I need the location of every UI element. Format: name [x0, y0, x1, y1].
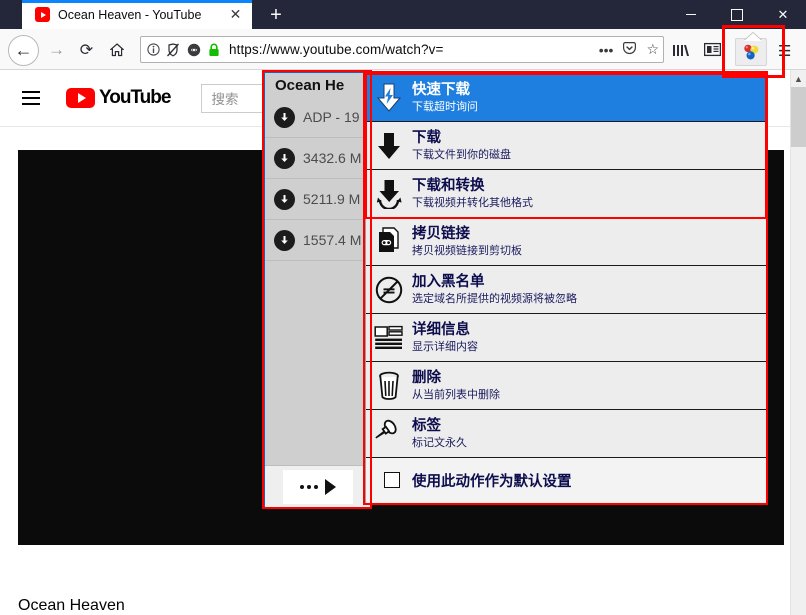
- youtube-play-icon: [66, 88, 95, 108]
- download-circle-icon: [274, 188, 295, 210]
- menu-item-copy-link[interactable]: 拷贝链接 拷贝视频链接到剪切板: [366, 218, 766, 266]
- identity-info-icon[interactable]: [147, 43, 160, 56]
- extension-icon-highlight: [722, 25, 785, 78]
- download-list-panel[interactable]: Ocean He ADP - 19 3432.6 M 5211.9 M 1557…: [264, 72, 372, 509]
- menu-item-subtitle: 显示详细内容: [412, 339, 478, 353]
- new-tab-button[interactable]: +: [265, 5, 287, 26]
- details-icon: [366, 325, 412, 351]
- pocket-icon[interactable]: [622, 41, 637, 59]
- play-icon[interactable]: [325, 479, 336, 495]
- menu-item-title: 拷贝链接: [412, 225, 470, 242]
- page-actions-icon[interactable]: •••: [599, 42, 614, 58]
- list-item[interactable]: ADP - 19: [265, 97, 371, 138]
- menu-item-download[interactable]: 下载 下载文件到你的磁盘: [366, 122, 766, 170]
- back-icon[interactable]: ←: [8, 35, 39, 66]
- menu-item-subtitle: 下载文件到你的磁盘: [412, 147, 511, 161]
- download-panel-title: Ocean He: [275, 77, 345, 94]
- download-circle-icon: [274, 229, 295, 251]
- menu-item-subtitle: 拷贝视频链接到剪切板: [412, 243, 522, 257]
- home-icon[interactable]: [104, 37, 129, 62]
- download-convert-icon: [366, 179, 412, 209]
- page-scrollbar[interactable]: ▲: [790, 70, 806, 615]
- youtube-logo-text: YouTube: [99, 87, 171, 108]
- list-item-label: ADP - 19: [303, 109, 360, 125]
- menu-item-title: 快速下载: [412, 81, 470, 98]
- reader-view-icon[interactable]: [703, 42, 722, 60]
- tab-title: Ocean Heaven - YouTube: [58, 7, 202, 22]
- menu-item-title: 删除: [412, 369, 441, 386]
- context-menu[interactable]: 快速下载 下载超时询问 下载 下载文件到你的磁盘 下载和转换 下载视频并转化其他…: [365, 73, 767, 505]
- menu-item-details[interactable]: 详细信息 显示详细内容: [366, 314, 766, 362]
- address-bar[interactable]: https://www.youtube.com/watch?v= ••• ☆: [140, 36, 664, 63]
- forward-icon[interactable]: →: [44, 37, 69, 62]
- more-options-icon[interactable]: [300, 485, 318, 489]
- pin-tag-icon: [366, 419, 412, 449]
- minimize-button[interactable]: [668, 0, 714, 29]
- list-item[interactable]: 1557.4 M: [265, 220, 371, 261]
- youtube-icon: [35, 7, 50, 22]
- hamburger-icon[interactable]: [22, 91, 40, 105]
- permissions-icon[interactable]: [187, 43, 201, 57]
- copy-link-icon: [366, 226, 412, 257]
- blacklist-icon: [366, 276, 412, 304]
- library-icon[interactable]: [672, 43, 690, 61]
- list-item-label: 5211.9 M: [303, 191, 361, 207]
- download-arrow-icon: [366, 131, 412, 161]
- menu-item-title: 下载和转换: [412, 177, 485, 194]
- menu-item-title: 详细信息: [412, 321, 470, 338]
- search-placeholder: 搜索: [211, 92, 239, 107]
- reload-icon[interactable]: ⟳: [74, 37, 99, 62]
- list-item[interactable]: 3432.6 M: [265, 138, 371, 179]
- page-title: Ocean Heaven: [18, 597, 125, 614]
- fast-download-icon: [366, 83, 412, 113]
- menu-item-delete[interactable]: 删除 从当前列表中删除: [366, 362, 766, 410]
- tracking-protection-icon[interactable]: [166, 42, 181, 57]
- list-item-label: 1557.4 M: [303, 232, 362, 248]
- download-panel-footer: [265, 465, 371, 508]
- menu-item-fast-download[interactable]: 快速下载 下载超时询问: [366, 74, 766, 122]
- menu-item-subtitle: 从当前列表中删除: [412, 387, 500, 401]
- scroll-up-icon[interactable]: ▲: [791, 70, 806, 87]
- menu-item-subtitle: 下载视频并转化其他格式: [412, 195, 533, 209]
- download-circle-icon: [274, 147, 295, 169]
- download-panel-controls[interactable]: [283, 470, 353, 504]
- navigation-toolbar: ← → ⟳ https://www.youtube.com/watch?v= •…: [0, 29, 806, 70]
- list-item[interactable]: 5211.9 M: [265, 179, 371, 220]
- menu-item-subtitle: 选定域名所提供的视频源将被忽略: [412, 291, 577, 305]
- download-circle-icon: [274, 106, 295, 128]
- menu-item-title: 下载: [412, 129, 441, 146]
- bookmark-star-icon[interactable]: ☆: [646, 41, 659, 58]
- default-action-checkbox[interactable]: [384, 472, 400, 488]
- window-titlebar: Ocean Heaven - YouTube ✕ + ✕: [0, 0, 806, 29]
- menu-item-tag[interactable]: 标签 标记文永久: [366, 410, 766, 458]
- menu-item-subtitle: 标记文永久: [412, 435, 467, 449]
- scrollbar-thumb[interactable]: [791, 87, 806, 147]
- lock-icon: [208, 43, 220, 57]
- url-text[interactable]: https://www.youtube.com/watch?v=: [229, 42, 443, 57]
- browser-tab[interactable]: Ocean Heaven - YouTube ✕: [22, 0, 252, 29]
- trash-icon: [366, 371, 412, 401]
- default-action-label: 使用此动作作为默认设置: [412, 473, 572, 490]
- menu-item-download-and-convert[interactable]: 下载和转换 下载视频并转化其他格式: [366, 170, 766, 218]
- list-item-label: 3432.6 M: [303, 150, 362, 166]
- youtube-logo[interactable]: YouTube: [66, 87, 171, 109]
- menu-item-blacklist[interactable]: 加入黑名单 选定域名所提供的视频源将被忽略: [366, 266, 766, 314]
- menu-item-subtitle: 下载超时询问: [412, 99, 478, 113]
- menu-item-title: 加入黑名单: [412, 273, 485, 290]
- default-action-checkbox-row[interactable]: 使用此动作作为默认设置: [366, 458, 766, 502]
- close-tab-icon[interactable]: ✕: [228, 7, 243, 22]
- menu-item-title: 标签: [412, 417, 441, 434]
